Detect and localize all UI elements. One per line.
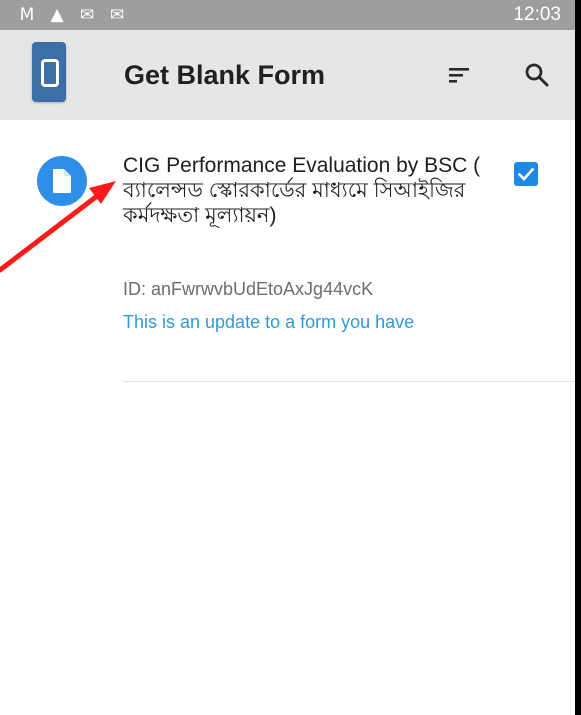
form-update-note: This is an update to a form you have	[123, 312, 415, 332]
gmail-icon: M	[19, 5, 35, 25]
sort-icon	[449, 68, 469, 83]
sort-button[interactable]	[445, 60, 475, 90]
document-icon	[53, 169, 71, 193]
logo-mark	[41, 59, 59, 87]
device-frame-edge	[575, 0, 581, 715]
odk-collect-logo	[32, 42, 66, 102]
notification-icons: M ▲ ✉ ✉	[16, 4, 128, 26]
divider	[123, 381, 575, 382]
form-icon-badge	[37, 156, 87, 206]
app-bar: Get Blank Form	[0, 30, 575, 120]
search-icon	[525, 63, 549, 87]
form-select-checkbox[interactable]	[514, 162, 538, 186]
mail-icon: ✉	[79, 5, 95, 25]
list-item[interactable]: CIG Performance Evaluation by BSC ( ব্যা…	[0, 140, 575, 382]
page-title: Get Blank Form	[124, 60, 326, 90]
warning-icon: ▲	[50, 5, 64, 25]
search-button[interactable]	[522, 60, 552, 90]
device-screen: M ▲ ✉ ✉ 12:03 Get Blank Form CIG Perform…	[0, 0, 575, 715]
form-id: ID: anFwrwvbUdEtoAxJg44vcK	[123, 279, 374, 299]
status-time: 12:03	[513, 4, 561, 25]
checkmark-icon	[517, 167, 535, 181]
form-title: CIG Performance Evaluation by BSC ( ব্যা…	[123, 154, 481, 227]
status-bar: M ▲ ✉ ✉ 12:03	[0, 0, 575, 30]
mail-icon: ✉	[109, 5, 125, 25]
